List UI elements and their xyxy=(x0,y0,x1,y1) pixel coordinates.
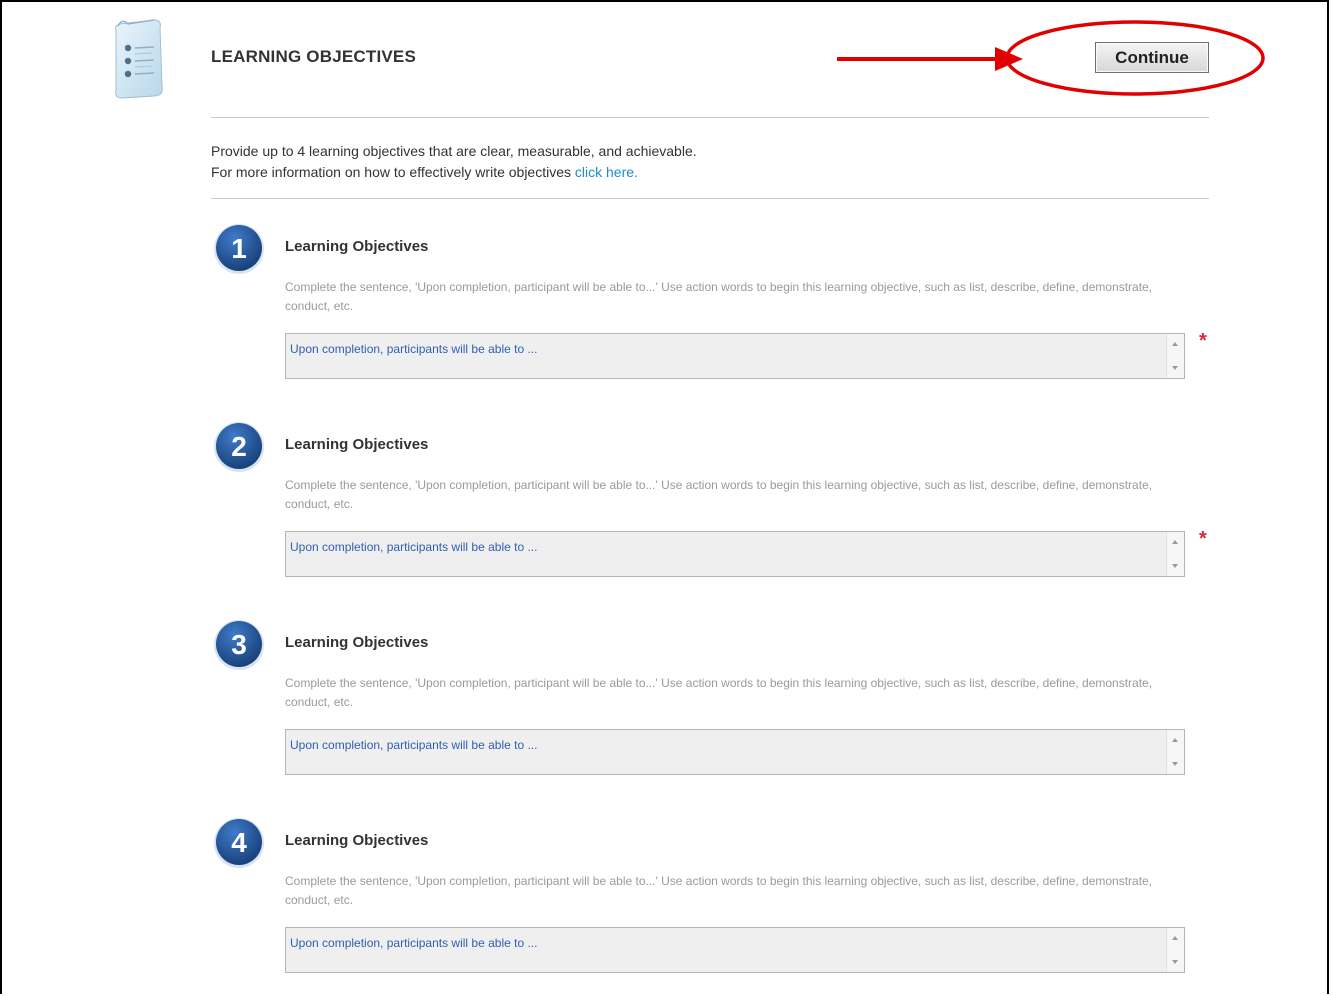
objective-title: Learning Objectives xyxy=(285,436,429,453)
badge-number: 4 xyxy=(231,827,247,858)
divider xyxy=(211,198,1209,199)
textarea-scrollbar[interactable] xyxy=(1166,928,1184,972)
objective-title: Learning Objectives xyxy=(285,634,429,651)
objective-title: Learning Objectives xyxy=(285,238,429,255)
objective-3-textarea[interactable]: Upon completion, participants will be ab… xyxy=(285,729,1185,775)
scroll-list-icon xyxy=(115,19,163,99)
objective-4-textarea[interactable]: Upon completion, participants will be ab… xyxy=(285,927,1185,973)
objective-input-value: Upon completion, participants will be ab… xyxy=(290,540,538,554)
continue-button[interactable]: Continue xyxy=(1095,42,1209,73)
divider xyxy=(211,117,1209,118)
objective-help-text: Complete the sentence, 'Upon completion,… xyxy=(285,676,1153,709)
textarea-scrollbar[interactable] xyxy=(1166,532,1184,576)
badge-number: 2 xyxy=(231,431,247,462)
required-asterisk: * xyxy=(1199,330,1207,352)
intro-line-1: Provide up to 4 learning objectives that… xyxy=(211,143,697,159)
number-3-badge: 3 xyxy=(214,620,264,670)
objective-input-value: Upon completion, participants will be ab… xyxy=(290,738,538,752)
intro-line-2-text: For more information on how to effective… xyxy=(211,164,575,180)
objective-help-text: Complete the sentence, 'Upon completion,… xyxy=(285,478,1153,511)
badge-number: 1 xyxy=(231,233,247,264)
scroll-up-arrow-icon[interactable] xyxy=(1172,936,1178,940)
scroll-down-arrow-icon[interactable] xyxy=(1172,366,1178,370)
objective-input-value: Upon completion, participants will be ab… xyxy=(290,342,538,356)
required-asterisk: * xyxy=(1199,528,1207,550)
textarea-scrollbar[interactable] xyxy=(1166,730,1184,774)
scroll-down-arrow-icon[interactable] xyxy=(1172,762,1178,766)
objective-2: 2 Learning Objectives Complete the sente… xyxy=(212,420,1212,600)
objective-1-textarea[interactable]: Upon completion, participants will be ab… xyxy=(285,333,1185,379)
objective-1: 1 Learning Objectives Complete the sente… xyxy=(212,222,1212,402)
click-here-link[interactable]: click here. xyxy=(575,164,638,180)
page-title: LEARNING OBJECTIVES xyxy=(211,47,416,66)
objective-title: Learning Objectives xyxy=(285,832,429,849)
number-4-badge: 4 xyxy=(214,818,264,868)
scroll-down-arrow-icon[interactable] xyxy=(1172,564,1178,568)
objective-help-text: Complete the sentence, 'Upon completion,… xyxy=(285,874,1153,907)
objective-input-value: Upon completion, participants will be ab… xyxy=(290,936,538,950)
objective-help-text: Complete the sentence, 'Upon completion,… xyxy=(285,280,1153,313)
scroll-up-arrow-icon[interactable] xyxy=(1172,738,1178,742)
badge-number: 3 xyxy=(231,629,247,660)
scroll-down-arrow-icon[interactable] xyxy=(1172,960,1178,964)
objective-3: 3 Learning Objectives Complete the sente… xyxy=(212,618,1212,798)
textarea-scrollbar[interactable] xyxy=(1166,334,1184,378)
objective-4: 4 Learning Objectives Complete the sente… xyxy=(212,816,1212,996)
number-2-badge: 2 xyxy=(214,422,264,472)
number-1-badge: 1 xyxy=(214,224,264,274)
red-arrow-icon xyxy=(837,47,1023,71)
scroll-up-arrow-icon[interactable] xyxy=(1172,540,1178,544)
scroll-up-arrow-icon[interactable] xyxy=(1172,342,1178,346)
intro-text: Provide up to 4 learning objectives that… xyxy=(211,141,697,183)
objective-2-textarea[interactable]: Upon completion, participants will be ab… xyxy=(285,531,1185,577)
intro-line-2: For more information on how to effective… xyxy=(211,162,697,183)
